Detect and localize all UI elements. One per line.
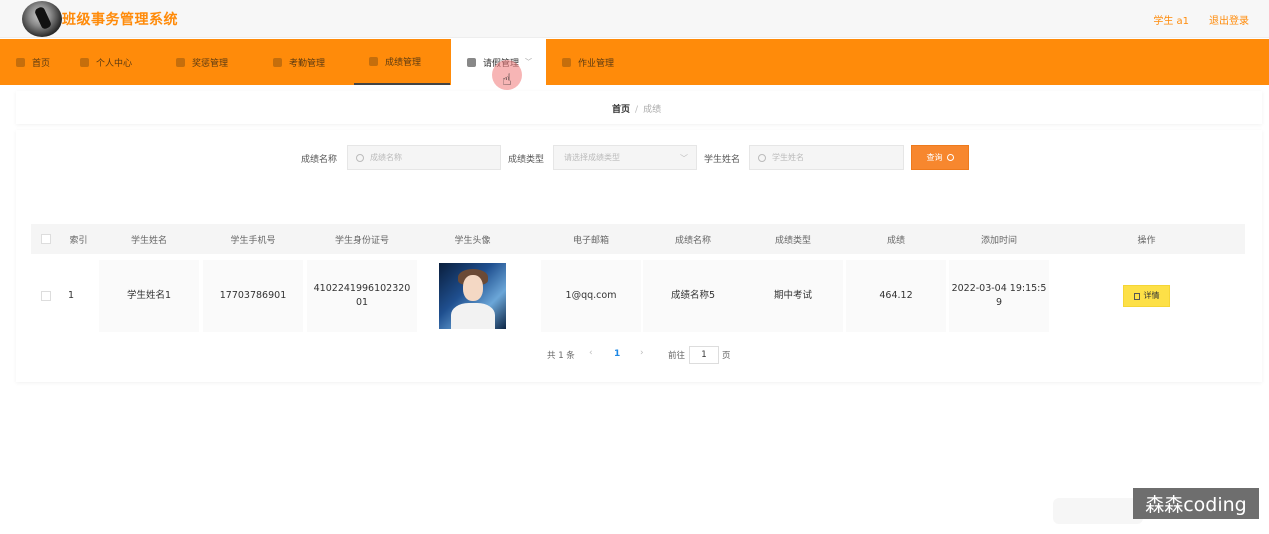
student-name-input[interactable]: 学生姓名 [749, 145, 904, 170]
next-page-button[interactable]: › [640, 348, 644, 358]
column-header: 操作 [1137, 235, 1156, 246]
table-header: 索引 学生姓名 学生手机号 学生身份证号 学生头像 电子邮箱 成绩名称 成绩类型… [31, 224, 1245, 254]
nav-item-awards[interactable]: 奖惩管理 [176, 39, 228, 85]
logo-icon [22, 1, 62, 37]
cell-grade-name: 成绩名称5 [643, 260, 743, 332]
detail-button[interactable]: 详情 [1123, 285, 1170, 307]
search-button[interactable]: 查询 [911, 145, 969, 170]
nav-item-profile[interactable]: 个人中心 [80, 39, 132, 85]
select-all-checkbox[interactable] [41, 234, 51, 244]
pointer-hand-icon: ☝ [502, 70, 512, 89]
column-header: 电子邮箱 [572, 235, 609, 246]
nav-item-home[interactable]: 首页 [16, 39, 50, 85]
column-header: 索引 [69, 235, 88, 246]
chevron-down-icon: ﹀ [680, 154, 688, 163]
column-header: 学生身份证号 [334, 235, 389, 246]
cell-index: 1 [67, 290, 75, 301]
grade-type-select[interactable]: 请选择成绩类型 ﹀ [553, 145, 697, 170]
cell-grade-type: 期中考试 [743, 260, 843, 332]
breadcrumb: 首页 / 成绩 [612, 102, 661, 115]
prev-page-button[interactable]: ‹ [589, 348, 593, 358]
goto-page-input[interactable]: 1 [689, 346, 719, 364]
nav-item-label: 首页 [32, 58, 51, 69]
nav-item-label: 奖惩管理 [192, 58, 229, 69]
column-header: 添加时间 [980, 235, 1017, 246]
added-time-line2: 9 [995, 297, 1003, 308]
grade-type-label: 成绩类型 [508, 155, 545, 165]
nav-item-label: 个人中心 [96, 58, 133, 69]
row-checkbox[interactable] [41, 291, 51, 301]
nav-item-label: 作业管理 [578, 58, 615, 69]
id-card-line1: 4102241996102320 [313, 283, 411, 294]
nav-item-grades[interactable]: 成绩管理 [354, 39, 450, 85]
user-icon [80, 57, 89, 67]
award-icon [176, 57, 185, 67]
search-button-label: 查询 [926, 153, 943, 162]
cell-score: 464.12 [846, 260, 946, 332]
calendar-icon [273, 57, 282, 67]
table-row: 1 学生姓名1 17703786901 4102241996102320 01 … [31, 260, 1245, 332]
nav-item-label: 考勤管理 [289, 58, 326, 69]
column-header: 成绩类型 [774, 235, 811, 246]
grade-name-input[interactable]: 成绩名称 [347, 145, 501, 170]
pagination-total: 共 1 条 [547, 351, 575, 361]
added-time-line1: 2022-03-04 19:15:5 [951, 283, 1047, 294]
watermark-shadow [1053, 498, 1143, 524]
breadcrumb-separator: / [635, 105, 639, 115]
breadcrumb-home[interactable]: 首页 [612, 105, 630, 115]
main-nav: 首页 个人中心 奖惩管理 考勤管理 成绩管理 请假管理 ﹀ 作业管理 [0, 39, 1269, 85]
student-name-placeholder: 学生姓名 [772, 153, 804, 162]
search-icon [356, 153, 364, 162]
home-icon [16, 57, 25, 67]
document-icon [1133, 292, 1140, 300]
nav-item-attendance[interactable]: 考勤管理 [273, 39, 325, 85]
cell-added-time: 2022-03-04 19:15:5 9 [949, 260, 1049, 332]
grade-icon [369, 56, 378, 66]
cell-avatar [421, 260, 524, 332]
student-avatar[interactable] [439, 263, 506, 329]
current-user[interactable]: 学生 a1 [1153, 12, 1189, 27]
select-all-cell [31, 224, 61, 254]
search-icon [946, 154, 954, 161]
column-header: 成绩 [886, 235, 905, 246]
nav-item-label: 成绩管理 [385, 57, 422, 68]
column-header: 学生头像 [454, 235, 491, 246]
chevron-down-icon: ﹀ [525, 58, 533, 66]
goto-label: 前往 [668, 351, 686, 361]
logout-link[interactable]: 退出登录 [1209, 12, 1249, 27]
page-number-active[interactable]: 1 [614, 349, 620, 359]
column-header: 学生手机号 [230, 235, 276, 246]
top-header: 班级事务管理系统 学生 a1 退出登录 [0, 0, 1269, 38]
cell-student-name: 学生姓名1 [99, 260, 199, 332]
column-header: 成绩名称 [674, 235, 711, 246]
cell-phone: 17703786901 [203, 260, 303, 332]
nav-item-homework[interactable]: 作业管理 [562, 39, 614, 85]
id-card-line2: 01 [355, 297, 369, 308]
breadcrumb-card: 首页 / 成绩 [16, 91, 1262, 124]
search-icon [758, 153, 766, 162]
student-name-label: 学生姓名 [704, 155, 741, 165]
breadcrumb-current: 成绩 [643, 105, 662, 115]
cell-id-card: 4102241996102320 01 [307, 260, 417, 332]
grade-name-label: 成绩名称 [301, 155, 338, 165]
grade-type-placeholder: 请选择成绩类型 [564, 153, 620, 162]
detail-button-label: 详情 [1143, 291, 1160, 300]
cell-actions: 详情 [1048, 260, 1245, 332]
leave-icon [467, 57, 476, 67]
row-select-cell [31, 260, 61, 332]
grade-name-placeholder: 成绩名称 [370, 153, 402, 162]
app-title: 班级事务管理系统 [62, 12, 178, 28]
watermark: 森森coding [1133, 488, 1259, 519]
column-header: 学生姓名 [130, 235, 167, 246]
homework-icon [562, 57, 571, 67]
page-suffix: 页 [722, 351, 731, 361]
cell-email: 1@qq.com [541, 260, 641, 332]
